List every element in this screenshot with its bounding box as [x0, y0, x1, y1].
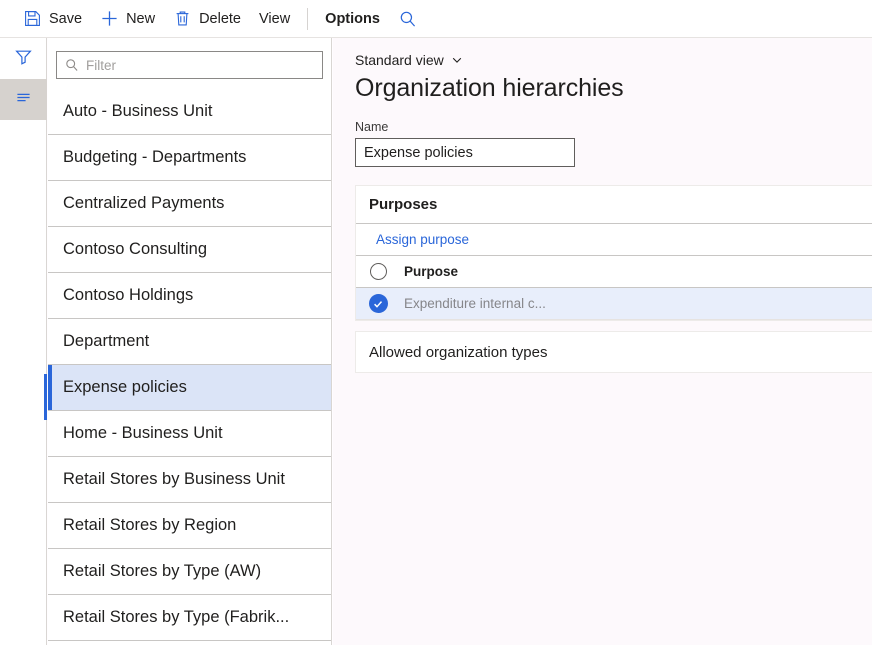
list-item-label: Contoso Consulting: [63, 240, 208, 258]
list-item[interactable]: Auto - Business Unit: [48, 89, 331, 135]
view-selector[interactable]: Standard view: [355, 52, 463, 68]
purposes-toolbar: Assign purpose: [356, 224, 872, 255]
list-item[interactable]: Retail Stores by Business Unit: [48, 457, 331, 503]
list-item[interactable]: Budgeting - Departments: [48, 135, 331, 181]
list-lines-icon: [14, 88, 33, 112]
filter-funnel-icon: [14, 47, 33, 71]
list-item[interactable]: Home - Business Unit: [48, 411, 331, 457]
save-button[interactable]: Save: [14, 0, 91, 38]
allowed-org-types-header[interactable]: Allowed organization types: [356, 332, 872, 372]
left-icon-rail: [0, 38, 47, 645]
purposes-grid-header-row: Purpose: [356, 256, 872, 288]
app-window: Save New Delete View Options Filter Auto…: [0, 0, 872, 645]
filter-area: [48, 38, 331, 89]
purposes-card: Purposes Assign purpose Purpose Expendit…: [355, 185, 872, 321]
content-pane: Standard view Organization hierarchies N…: [333, 38, 872, 645]
toolbar-search-button[interactable]: [389, 0, 435, 38]
new-label: New: [126, 10, 156, 27]
name-field-label: Name: [355, 120, 389, 134]
search-icon: [399, 9, 418, 28]
assign-purpose-link[interactable]: Assign purpose: [376, 232, 469, 247]
chevron-down-icon: [451, 54, 463, 66]
save-label: Save: [49, 10, 83, 27]
list-item[interactable]: Department: [48, 319, 331, 365]
list-item[interactable]: Retail Stores by Type (Fabrik...: [48, 595, 331, 641]
list-item-label: Expense policies: [63, 378, 187, 396]
purposes-grid: Purpose Expenditure internal c...: [356, 255, 872, 320]
hierarchy-list: Auto - Business Unit Budgeting - Departme…: [48, 89, 331, 641]
list-item[interactable]: Contoso Consulting: [48, 227, 331, 273]
search-icon: [65, 58, 79, 72]
options-label: Options: [325, 10, 380, 27]
row-select-cell[interactable]: [356, 294, 400, 313]
list-item-label: Retail Stores by Region: [63, 516, 237, 534]
filter-input[interactable]: [86, 57, 316, 73]
page-title: Organization hierarchies: [355, 74, 624, 102]
list-item-label: Budgeting - Departments: [63, 148, 247, 166]
check-circle-icon[interactable]: [368, 294, 388, 313]
list-item-label: Retail Stores by Type (Fabrik...: [63, 608, 290, 626]
delete-button[interactable]: Delete: [164, 0, 250, 38]
allowed-org-types-card: Allowed organization types: [355, 331, 872, 373]
list-item-label: Centralized Payments: [63, 194, 225, 212]
select-all-radio-icon[interactable]: [369, 263, 387, 280]
view-selector-label: Standard view: [355, 52, 444, 68]
list-item-label: Contoso Holdings: [63, 286, 194, 304]
command-bar: Save New Delete View Options: [0, 0, 872, 38]
trash-icon: [173, 9, 192, 28]
list-item-label: Retail Stores by Type (AW): [63, 562, 262, 580]
list-item-label: Retail Stores by Business Unit: [63, 470, 285, 488]
save-icon: [23, 9, 42, 28]
purposes-heading: Purposes: [369, 196, 438, 213]
list-item[interactable]: Contoso Holdings: [48, 273, 331, 319]
list-item-label: Home - Business Unit: [63, 424, 223, 442]
rail-filter-button[interactable]: [0, 38, 47, 79]
rail-list-button[interactable]: [0, 79, 47, 120]
purposes-section-header[interactable]: Purposes: [356, 186, 872, 224]
purpose-cell-value: Expenditure internal c...: [404, 296, 546, 311]
rail-selection-accent: [44, 374, 47, 420]
purpose-column-header: Purpose: [404, 264, 459, 279]
filter-box[interactable]: [56, 51, 323, 79]
list-item[interactable]: Retail Stores by Type (AW): [48, 549, 331, 595]
options-button[interactable]: Options: [316, 0, 389, 38]
table-row[interactable]: Expenditure internal c...: [356, 288, 872, 320]
name-field-group: Name: [355, 120, 872, 167]
toolbar-divider: [307, 7, 309, 30]
view-button[interactable]: View: [250, 0, 299, 38]
delete-label: Delete: [199, 10, 241, 27]
list-item-label: Auto - Business Unit: [63, 102, 213, 120]
name-input[interactable]: [355, 138, 575, 167]
plus-icon: [100, 9, 119, 28]
list-item-label: Department: [63, 332, 150, 350]
list-item[interactable]: Expense policies: [48, 365, 331, 411]
list-item[interactable]: Retail Stores by Region: [48, 503, 331, 549]
list-item[interactable]: Centralized Payments: [48, 181, 331, 227]
view-label: View: [259, 10, 291, 27]
select-all-cell[interactable]: [356, 263, 400, 280]
allowed-org-types-heading: Allowed organization types: [369, 343, 548, 361]
new-button[interactable]: New: [91, 0, 164, 38]
hierarchy-list-pane: Auto - Business Unit Budgeting - Departme…: [48, 38, 332, 645]
